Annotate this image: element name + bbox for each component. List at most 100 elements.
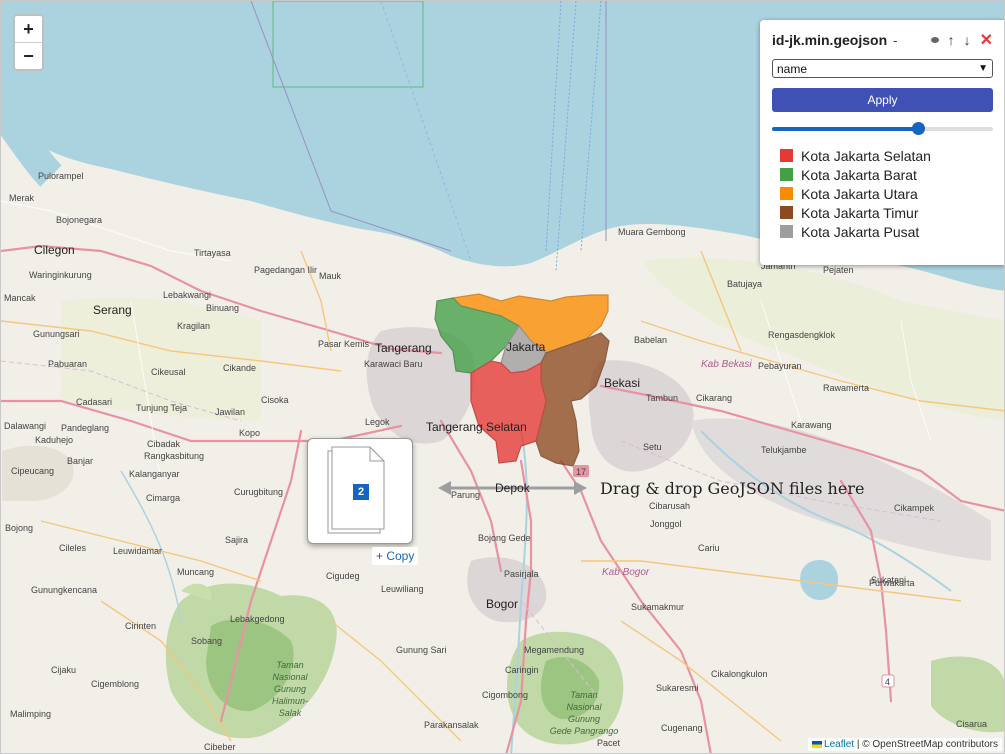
place-label: Mancak bbox=[4, 293, 36, 303]
legend-label: Kota Jakarta Barat bbox=[801, 166, 917, 183]
place-label: Bekasi bbox=[604, 376, 640, 390]
place-label: Cilegon bbox=[34, 243, 75, 257]
place-label: Tangerang bbox=[375, 341, 432, 355]
leaflet-link[interactable]: Leaflet bbox=[824, 739, 854, 750]
place-label: Tunjung Teja bbox=[136, 403, 187, 413]
place-label: Sukaresmi bbox=[656, 683, 699, 693]
ukraine-flag-icon bbox=[812, 740, 823, 748]
place-label: Dalawangi bbox=[4, 421, 46, 431]
region-jakarta-selatan bbox=[470, 360, 547, 464]
place-label: Cipeucang bbox=[11, 466, 54, 476]
place-label: Kopo bbox=[239, 428, 260, 438]
place-label: Tambun bbox=[646, 393, 678, 403]
color-dot-icon[interactable] bbox=[930, 37, 939, 43]
place-label: Jawilan bbox=[215, 407, 245, 417]
place-label: Curugbitung bbox=[234, 487, 283, 497]
collapse-button[interactable]: - bbox=[893, 33, 897, 48]
layer-title: id-jk.min.geojson bbox=[772, 32, 888, 48]
apply-button[interactable]: Apply bbox=[772, 88, 993, 112]
copy-cursor-label: + Copy bbox=[372, 547, 419, 565]
place-label: Karawaci Baru bbox=[364, 359, 423, 369]
place-label: Cijaku bbox=[51, 665, 76, 675]
place-label: Merak bbox=[9, 193, 35, 203]
legend-item: Kota Jakarta Utara bbox=[780, 184, 993, 203]
place-label: Tirtayasa bbox=[194, 248, 231, 258]
place-label: Banjar bbox=[67, 456, 93, 466]
place-label: Jakarta bbox=[506, 340, 546, 354]
file-count-badge: 2 bbox=[353, 484, 369, 500]
place-label: Cisarua bbox=[956, 719, 987, 729]
place-label: Pandeglang bbox=[61, 423, 109, 433]
place-label: Parung bbox=[451, 490, 480, 500]
place-label: Pasar Kemis bbox=[318, 339, 370, 349]
opacity-slider[interactable] bbox=[772, 122, 993, 136]
place-label: Malimping bbox=[10, 709, 51, 719]
legend-item: Kota Jakarta Timur bbox=[780, 203, 993, 222]
place-label: Sukatani bbox=[871, 575, 906, 585]
legend-label: Kota Jakarta Utara bbox=[801, 185, 918, 202]
place-label: Cikande bbox=[223, 363, 256, 373]
place-label: Cigudeg bbox=[326, 571, 360, 581]
slider-fill bbox=[772, 127, 918, 131]
place-label: Karawang bbox=[791, 420, 832, 430]
place-label: Mauk bbox=[319, 271, 342, 281]
place-label: Cikampek bbox=[894, 503, 935, 513]
place-label: Lebakgedong bbox=[230, 614, 285, 624]
place-label: Leuwiliang bbox=[381, 584, 424, 594]
place-label: Jonggol bbox=[650, 519, 682, 529]
place-label: Lebakwangi bbox=[163, 290, 211, 300]
place-label: Gunungsari bbox=[33, 329, 80, 339]
move-up-icon[interactable]: ↑ bbox=[948, 32, 955, 48]
place-label: Cimarga bbox=[146, 493, 180, 503]
place-label: Cigombong bbox=[482, 690, 528, 700]
svg-text:17: 17 bbox=[576, 467, 586, 477]
place-label: Kragilan bbox=[177, 321, 210, 331]
close-icon[interactable]: ✕ bbox=[980, 30, 993, 50]
place-label: Bojonegara bbox=[56, 215, 102, 225]
place-label: Cigemblong bbox=[91, 679, 139, 689]
place-label: Cugenang bbox=[661, 723, 703, 733]
place-label: Cibarusah bbox=[649, 501, 690, 511]
dragged-files-icon: 2 bbox=[307, 438, 413, 544]
zoom-in-button[interactable]: + bbox=[15, 16, 42, 42]
legend: Kota Jakarta Selatan Kota Jakarta Barat Ko… bbox=[772, 146, 993, 241]
place-label: Pebayuran bbox=[758, 361, 802, 371]
chevron-down-icon: ▼ bbox=[978, 63, 988, 74]
place-label: Sukamakmur bbox=[631, 602, 684, 612]
place-label: Depok bbox=[495, 481, 531, 495]
map[interactable]: 17 4 Pulorampel Merak Bojonegara Cilegon War… bbox=[0, 0, 1005, 754]
place-label: Megamendung bbox=[524, 645, 584, 655]
place-label: Setu bbox=[643, 442, 662, 452]
legend-label: Kota Jakarta Selatan bbox=[801, 147, 931, 164]
place-label: Muncang bbox=[177, 567, 214, 577]
move-down-icon[interactable]: ↓ bbox=[964, 32, 971, 48]
copy-label: Copy bbox=[386, 549, 415, 563]
place-label: Leuwidamar bbox=[113, 546, 162, 556]
place-label: Parakansalak bbox=[424, 720, 479, 730]
legend-label: Kota Jakarta Pusat bbox=[801, 223, 920, 240]
legend-swatch bbox=[780, 168, 793, 181]
place-label: Legok bbox=[365, 417, 390, 427]
geojson-layer-panel: id-jk.min.geojson - ↑ ↓ ✕ name ▼ Apply K… bbox=[760, 20, 1004, 265]
place-label: Caringin bbox=[505, 665, 539, 675]
property-select[interactable]: name ▼ bbox=[772, 59, 993, 78]
slider-thumb[interactable] bbox=[911, 122, 925, 135]
place-label: Telukjambe bbox=[761, 445, 807, 455]
place-label: Pacet bbox=[597, 738, 621, 748]
area-label: Kab Bekasi bbox=[701, 359, 752, 370]
place-label: Tangerang Selatan bbox=[426, 420, 527, 434]
place-label: Bojong Gede bbox=[478, 533, 531, 543]
place-label: Rangkasbitung bbox=[144, 451, 204, 461]
place-label: Kalanganyar bbox=[129, 469, 180, 479]
osm-attribution[interactable]: | © OpenStreetMap contributors bbox=[857, 739, 998, 750]
area-label: Kab Bogor bbox=[602, 567, 650, 578]
zoom-control: + − bbox=[13, 14, 44, 71]
legend-item: Kota Jakarta Pusat bbox=[780, 222, 993, 241]
zoom-out-button[interactable]: − bbox=[15, 42, 42, 69]
place-label: Gunungkencana bbox=[31, 585, 97, 595]
place-label: Pejaten bbox=[823, 265, 854, 275]
place-label: Cibeber bbox=[204, 742, 236, 752]
property-select-value: name bbox=[777, 61, 808, 76]
place-label: Cibadak bbox=[147, 439, 181, 449]
place-label: Binuang bbox=[206, 303, 239, 313]
